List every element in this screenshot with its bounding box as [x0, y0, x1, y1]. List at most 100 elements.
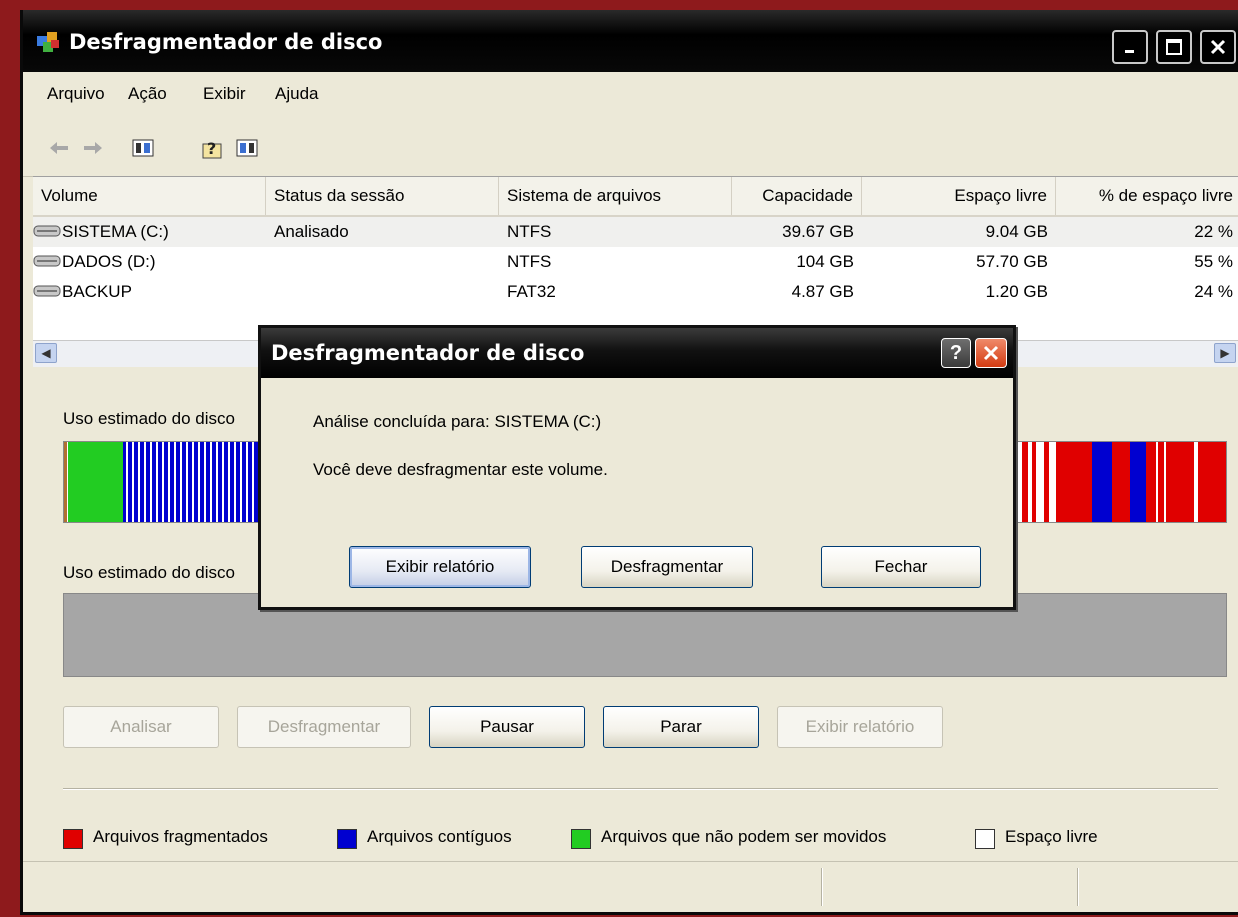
- maximize-icon: [1166, 39, 1182, 55]
- col-volume[interactable]: Volume: [33, 177, 266, 215]
- dialog-close-button[interactable]: [975, 338, 1007, 368]
- stop-button[interactable]: Parar: [603, 706, 759, 748]
- volume-name: BACKUP: [62, 282, 132, 301]
- disk-map-segment: [192, 442, 194, 522]
- disk-map-segment: [1032, 442, 1036, 522]
- volume-cell: SISTEMA (C:): [33, 217, 266, 247]
- scroll-right-button[interactable]: ▶: [1214, 343, 1236, 363]
- capacity-cell: 39.67 GB: [782, 222, 854, 241]
- show-hide-action-pane-icon: [236, 139, 258, 157]
- free-space-cell: 1.20 GB: [985, 282, 1048, 301]
- disk-map-segment: [156, 442, 158, 522]
- minimize-icon: [1125, 50, 1134, 53]
- disk-map-segment: [168, 442, 170, 522]
- legend-contiguous: Arquivos contíguos: [367, 827, 512, 846]
- help-toolbar-button[interactable]: ?: [199, 136, 223, 160]
- menu-exibir[interactable]: Exibir: [203, 84, 246, 104]
- defragment-button[interactable]: Desfragmentar: [237, 706, 411, 748]
- col-capacity[interactable]: Capacidade: [732, 177, 862, 215]
- dialog-defragment-button[interactable]: Desfragmentar: [581, 546, 753, 588]
- action-pane-button[interactable]: [235, 136, 259, 160]
- chevron-left-icon: ◀: [41, 346, 51, 360]
- disk-map-segment: [174, 442, 176, 522]
- disk-map-segment: [216, 442, 218, 522]
- legend-free-space: Espaço livre: [1005, 827, 1098, 846]
- dialog-message-line1: Análise concluída para: SISTEMA (C:): [313, 412, 602, 431]
- volume-row[interactable]: SISTEMA (C:) Analisado NTFS 39.67 GB 9.0…: [33, 217, 1238, 247]
- free-space-cell: 9.04 GB: [985, 222, 1048, 241]
- after-usage-label: Uso estimado do disco: [63, 563, 235, 582]
- menu-arquivo[interactable]: Arquivo: [47, 84, 105, 104]
- disk-map-segment: [162, 442, 164, 522]
- forward-button[interactable]: [81, 136, 105, 160]
- defrag-app-icon: [37, 32, 59, 52]
- volume-name: SISTEMA (C:): [62, 222, 169, 241]
- disk-map-segment: [68, 442, 123, 522]
- disk-map-segment: [180, 442, 182, 522]
- console-tree-button[interactable]: [131, 136, 155, 160]
- scroll-left-button[interactable]: ◀: [35, 343, 57, 363]
- status-cell: [266, 247, 282, 277]
- dialog-view-report-button[interactable]: Exibir relatório: [349, 546, 531, 588]
- col-status[interactable]: Status da sessão: [266, 177, 499, 215]
- disk-map-segment: [126, 442, 128, 522]
- volume-cell: DADOS (D:): [33, 247, 266, 277]
- disk-map-segment: [234, 442, 236, 522]
- maximize-button[interactable]: [1156, 30, 1192, 64]
- disk-map-segment: [222, 442, 224, 522]
- legend-fragmented: Arquivos fragmentados: [93, 827, 268, 846]
- disk-map-segment: [1062, 442, 1092, 522]
- back-button[interactable]: [47, 136, 71, 160]
- volume-row[interactable]: BACKUP FAT32 4.87 GB 1.20 GB 24 %: [33, 277, 1238, 307]
- disk-map-segment: [252, 442, 254, 522]
- menu-acao[interactable]: Ação: [128, 84, 167, 104]
- col-pct-free[interactable]: % de espaço livre: [1056, 177, 1238, 215]
- disk-map-segment: [138, 442, 140, 522]
- pause-button[interactable]: Pausar: [429, 706, 585, 748]
- pct-free-cell: 55 %: [1194, 252, 1233, 271]
- window-title: Desfragmentador de disco: [69, 30, 383, 54]
- toolbar: ?: [23, 116, 1238, 177]
- disk-map-segment: [198, 442, 200, 522]
- disk-map-segment: [1092, 442, 1112, 522]
- free-space-cell: 57.70 GB: [976, 252, 1048, 271]
- disk-map-segment: [150, 442, 152, 522]
- disk-map-segment: [1112, 442, 1130, 522]
- legend-swatch-fragmented: [63, 829, 83, 849]
- col-free-space[interactable]: Espaço livre: [862, 177, 1056, 215]
- volume-cell: BACKUP: [33, 277, 266, 307]
- disk-map-segment: [228, 442, 230, 522]
- disk-map-segment: [1198, 442, 1226, 522]
- disk-map-segment: [204, 442, 206, 522]
- close-icon: [983, 345, 999, 361]
- question-mark-icon: ?: [949, 341, 963, 364]
- close-button[interactable]: [1200, 30, 1236, 64]
- pct-free-cell: 24 %: [1194, 282, 1233, 301]
- analyze-button[interactable]: Analisar: [63, 706, 219, 748]
- disk-map-segment: [1056, 442, 1062, 522]
- disk-map-segment: [64, 442, 67, 522]
- before-usage-label: Uso estimado do disco: [63, 409, 235, 428]
- volume-name: DADOS (D:): [62, 252, 156, 271]
- volume-list: Volume Status da sessão Sistema de arqui…: [33, 176, 1238, 341]
- col-filesystem[interactable]: Sistema de arquivos: [499, 177, 732, 215]
- disk-map-segment: [246, 442, 248, 522]
- minimize-button[interactable]: [1112, 30, 1148, 64]
- view-report-button[interactable]: Exibir relatório: [777, 706, 943, 748]
- disk-map-segment: [186, 442, 188, 522]
- disk-map-segment: [1158, 442, 1164, 522]
- dialog-close-text-button[interactable]: Fechar: [821, 546, 981, 588]
- legend-unmovable: Arquivos que não podem ser movidos: [601, 827, 887, 846]
- help-icon: ?: [202, 139, 222, 159]
- disk-map-segment: [1022, 442, 1028, 522]
- back-arrow-icon: [50, 142, 68, 154]
- dialog-help-button[interactable]: ?: [941, 338, 971, 368]
- filesystem-cell: NTFS: [507, 252, 552, 271]
- dialog-title-bar[interactable]: Desfragmentador de disco ?: [261, 328, 1013, 378]
- legend-swatch-contiguous: [337, 829, 357, 849]
- title-bar[interactable]: Desfragmentador de disco: [23, 10, 1238, 72]
- disk-map-segment: [132, 442, 134, 522]
- volume-row[interactable]: DADOS (D:) NTFS 104 GB 57.70 GB 55 %: [33, 247, 1238, 277]
- status-separator: [1077, 868, 1079, 906]
- menu-ajuda[interactable]: Ajuda: [275, 84, 318, 104]
